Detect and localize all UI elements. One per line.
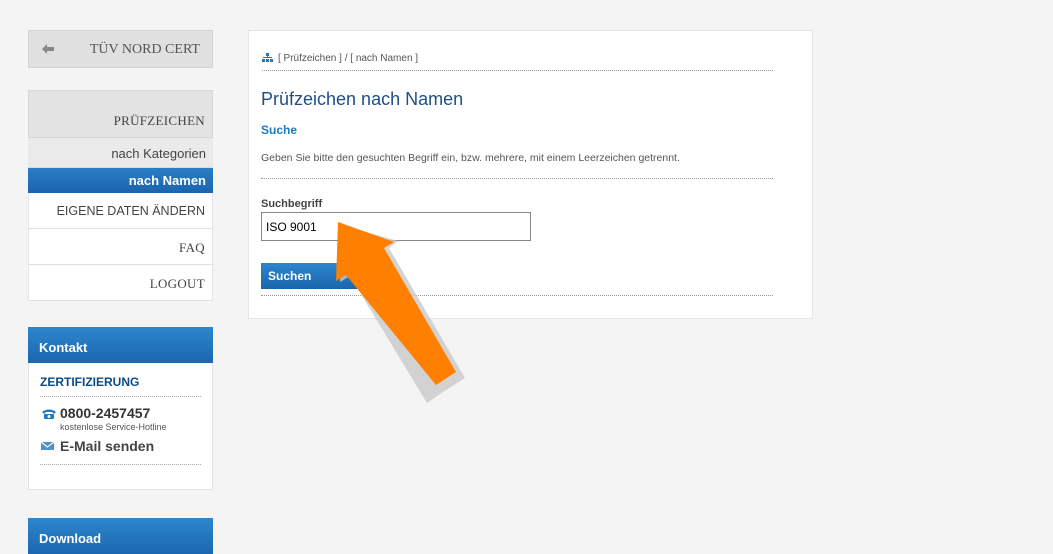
sidebar-menu: PRÜFZEICHEN nach Kategorien nach Namen E… <box>28 90 213 301</box>
sidebar-item-nach-namen[interactable]: nach Namen <box>28 168 213 193</box>
sidebar-item-nach-kategorien[interactable]: nach Kategorien <box>28 138 213 168</box>
download-box[interactable]: Download <box>28 518 213 554</box>
sidebar-item-eigene-daten[interactable]: EIGENE DATEN ÄNDERN <box>28 193 213 229</box>
sidebar-item-label: nach Namen <box>128 173 206 188</box>
hotline-label: kostenlose Service-Hotline <box>60 422 167 432</box>
menu-head-label: PRÜFZEICHEN <box>113 113 205 128</box>
sidebar-item-logout[interactable]: LOGOUT <box>28 265 213 301</box>
mail-label: E-Mail senden <box>60 438 155 454</box>
kontakt-title: ZERTIFIZIERUNG <box>40 375 201 397</box>
search-field-label: Suchbegriff <box>261 198 323 210</box>
sitemap-icon <box>262 53 273 62</box>
sidebar-item-label: LOGOUT <box>149 276 205 291</box>
main-panel: [ Prüfzeichen ] / [ nach Namen ] Prüfzei… <box>248 30 813 319</box>
download-header: Download <box>28 518 213 554</box>
sidebar-item-faq[interactable]: FAQ <box>28 229 213 265</box>
kontakt-body: ZERTIFIZIERUNG 0800-2457457 kostenlose S… <box>28 363 213 490</box>
kontakt-box: Kontakt ZERTIFIZIERUNG 0800-2457457 kost… <box>28 327 213 490</box>
breadcrumb: [ Prüfzeichen ] / [ nach Namen ] <box>262 53 773 71</box>
back-button-label: TÜV NORD CERT <box>89 42 200 57</box>
phone-row: 0800-2457457 kostenlose Service-Hotline <box>40 405 201 432</box>
mail-link[interactable]: E-Mail senden <box>40 438 201 465</box>
section-title: Suche <box>261 123 298 137</box>
sidebar-item-label: FAQ <box>179 240 205 255</box>
back-arrow-icon <box>42 44 54 54</box>
page-title: Prüfzeichen nach Namen <box>261 89 464 109</box>
search-hint: Geben Sie bitte den gesuchten Begriff ei… <box>261 152 773 179</box>
phone-icon <box>42 409 56 419</box>
mail-icon <box>41 441 54 450</box>
back-button[interactable]: TÜV NORD CERT <box>28 30 213 68</box>
search-button[interactable]: Suchen <box>261 263 361 289</box>
search-input[interactable] <box>261 212 531 241</box>
sidebar: TÜV NORD CERT PRÜFZEICHEN nach Kategorie… <box>28 30 213 301</box>
sidebar-item-label: EIGENE DATEN ÄNDERN <box>56 204 205 218</box>
sidebar-item-label: nach Kategorien <box>111 146 206 161</box>
divider <box>261 295 773 296</box>
menu-head-pruefzeichen[interactable]: PRÜFZEICHEN <box>28 90 213 138</box>
phone-number: 0800-2457457 <box>60 405 151 421</box>
kontakt-header: Kontakt <box>28 327 213 363</box>
breadcrumb-text[interactable]: [ Prüfzeichen ] / [ nach Namen ] <box>278 53 418 64</box>
